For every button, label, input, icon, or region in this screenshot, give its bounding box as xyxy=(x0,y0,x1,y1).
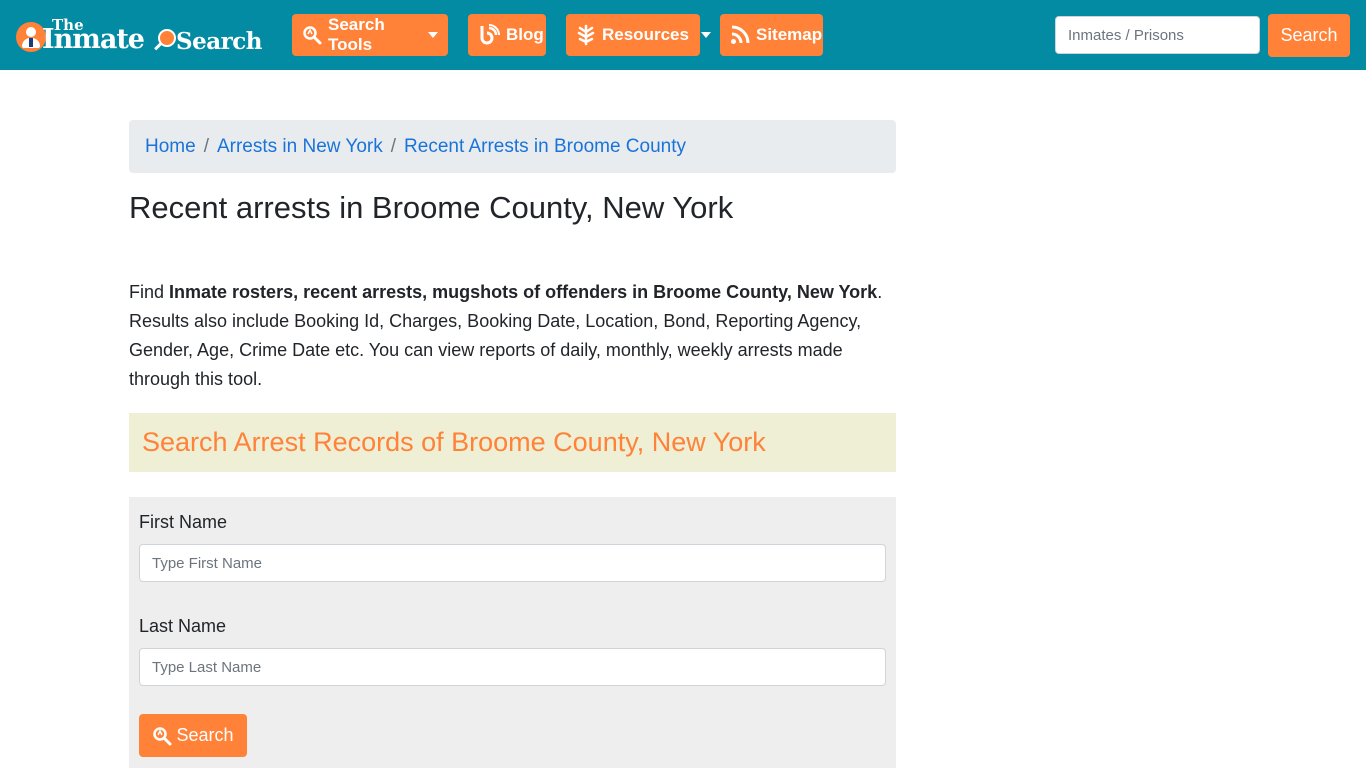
page-title: Recent arrests in Broome County, New Yor… xyxy=(129,190,734,225)
search-icon xyxy=(303,26,322,45)
intro-bold: Inmate rosters, recent arrests, mugshots… xyxy=(169,282,878,302)
breadcrumb-separator: / xyxy=(203,135,209,157)
form-search-label: Search xyxy=(176,725,234,745)
nav-sitemap-button[interactable]: Sitemap xyxy=(720,14,823,56)
nav-search-input[interactable] xyxy=(1055,16,1260,54)
nav-search-tools-label: Search Tools xyxy=(328,15,385,54)
last-name-input[interactable] xyxy=(139,648,886,686)
breadcrumb-arrests-new-york[interactable]: Arrests in New York xyxy=(217,136,383,158)
nav-blog-label: Blog xyxy=(506,25,544,44)
first-name-label: First Name xyxy=(139,512,228,532)
leaf-icon xyxy=(577,24,595,46)
breadcrumb-broome-county[interactable]: Recent Arrests in Broome County xyxy=(404,136,686,158)
breadcrumb-separator: / xyxy=(390,135,397,157)
nav-resources-label: Resources xyxy=(602,25,689,44)
intro-paragraph: Find Inmate rosters, recent arrests, mug… xyxy=(129,278,896,394)
form-search-button[interactable]: Search xyxy=(139,714,247,757)
blog-icon xyxy=(480,24,500,45)
breadcrumb: Home / Arrests in New York / Recent Arre… xyxy=(129,120,896,173)
nav-resources-dropdown[interactable]: Resources xyxy=(566,14,711,56)
arrest-search-form: First Name Last Name Search xyxy=(129,497,896,768)
search-section-heading: Search Arrest Records of Broome County, … xyxy=(129,413,896,472)
rss-icon xyxy=(731,25,750,44)
site-logo[interactable]: The Inmate Search xyxy=(14,14,270,58)
logo-text-inmate: Inmate xyxy=(42,24,145,55)
nav-blog-button[interactable]: Blog xyxy=(468,14,546,56)
breadcrumb-home[interactable]: Home xyxy=(145,136,196,158)
intro-prefix: Find xyxy=(129,282,170,302)
nav-search-button[interactable]: Search xyxy=(1268,14,1350,57)
search-icon xyxy=(153,726,172,745)
nav-sitemap-label: Sitemap xyxy=(756,25,823,44)
last-name-label: Last Name xyxy=(139,616,227,636)
chevron-down-icon xyxy=(428,32,438,38)
logo-text-search: Search xyxy=(176,28,263,55)
nav-search-tools-dropdown[interactable]: Search Tools xyxy=(292,14,448,56)
top-navbar: The Inmate Search Search Tools Blog Reso… xyxy=(0,0,1366,70)
chevron-down-icon xyxy=(700,32,711,38)
first-name-input[interactable] xyxy=(139,544,886,582)
